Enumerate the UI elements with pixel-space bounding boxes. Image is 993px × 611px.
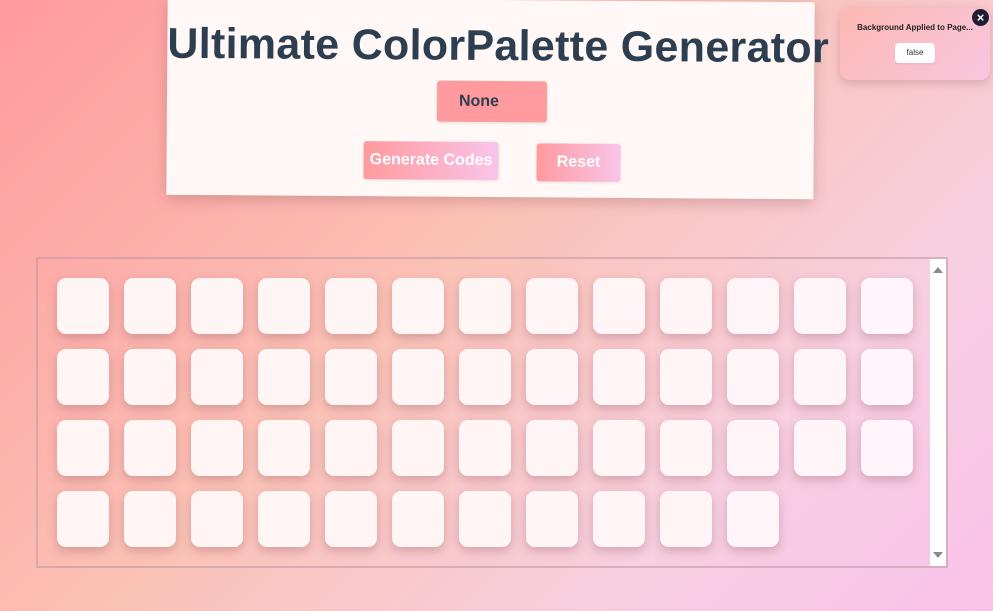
color-swatch[interactable] [124, 349, 176, 405]
color-value-display: None [436, 80, 548, 123]
color-swatch[interactable] [794, 349, 846, 405]
scrollbar[interactable] [930, 259, 946, 566]
color-swatch[interactable] [861, 420, 913, 476]
color-swatch[interactable] [124, 491, 176, 547]
color-swatch[interactable] [258, 278, 310, 334]
color-swatch[interactable] [258, 491, 310, 547]
color-swatch[interactable] [593, 420, 645, 476]
scroll-up-arrow-icon[interactable] [933, 267, 943, 273]
page-title: Ultimate ColorPalette Generator [167, 19, 830, 73]
swatch-panel [36, 257, 948, 568]
color-swatch[interactable] [57, 278, 109, 334]
color-swatch[interactable] [794, 278, 846, 334]
color-swatch[interactable] [727, 491, 779, 547]
color-swatch[interactable] [325, 349, 377, 405]
color-swatch[interactable] [526, 349, 578, 405]
color-swatch[interactable] [57, 491, 109, 547]
close-icon[interactable]: × [972, 9, 989, 26]
color-swatch[interactable] [124, 278, 176, 334]
color-swatch[interactable] [258, 420, 310, 476]
color-swatch[interactable] [526, 420, 578, 476]
generate-codes-button[interactable]: Generate Codes [363, 141, 499, 181]
scroll-down-arrow-icon[interactable] [933, 552, 943, 558]
color-swatch[interactable] [325, 420, 377, 476]
color-swatch[interactable] [727, 278, 779, 334]
color-swatch[interactable] [526, 278, 578, 334]
color-swatch[interactable] [459, 349, 511, 405]
color-swatch[interactable] [727, 420, 779, 476]
color-swatch[interactable] [191, 278, 243, 334]
notification-card: Background Applied to Page... false [840, 8, 990, 80]
color-swatch[interactable] [861, 349, 913, 405]
color-swatch[interactable] [392, 349, 444, 405]
color-swatch[interactable] [392, 491, 444, 547]
color-swatch[interactable] [660, 278, 712, 334]
color-swatch[interactable] [861, 278, 913, 334]
notification-title: Background Applied to Page... [857, 23, 973, 32]
color-swatch[interactable] [660, 491, 712, 547]
color-swatch[interactable] [57, 420, 109, 476]
color-swatch[interactable] [325, 278, 377, 334]
color-swatch[interactable] [459, 420, 511, 476]
color-swatch[interactable] [191, 420, 243, 476]
color-swatch[interactable] [727, 349, 779, 405]
color-swatch[interactable] [325, 491, 377, 547]
color-swatch[interactable] [392, 420, 444, 476]
color-swatch[interactable] [526, 491, 578, 547]
color-swatch[interactable] [191, 349, 243, 405]
color-swatch[interactable] [459, 491, 511, 547]
color-swatch[interactable] [191, 491, 243, 547]
reset-button[interactable]: Reset [536, 143, 621, 182]
color-swatch[interactable] [392, 278, 444, 334]
color-swatch[interactable] [660, 349, 712, 405]
color-swatch[interactable] [593, 278, 645, 334]
color-swatch[interactable] [593, 491, 645, 547]
color-swatch[interactable] [660, 420, 712, 476]
color-swatch[interactable] [794, 420, 846, 476]
notification-value: false [895, 43, 935, 63]
color-swatch[interactable] [124, 420, 176, 476]
color-swatch[interactable] [57, 349, 109, 405]
color-swatch[interactable] [459, 278, 511, 334]
color-swatch[interactable] [593, 349, 645, 405]
color-swatch[interactable] [258, 349, 310, 405]
header-card: Ultimate ColorPalette Generator None Gen… [166, 0, 830, 200]
